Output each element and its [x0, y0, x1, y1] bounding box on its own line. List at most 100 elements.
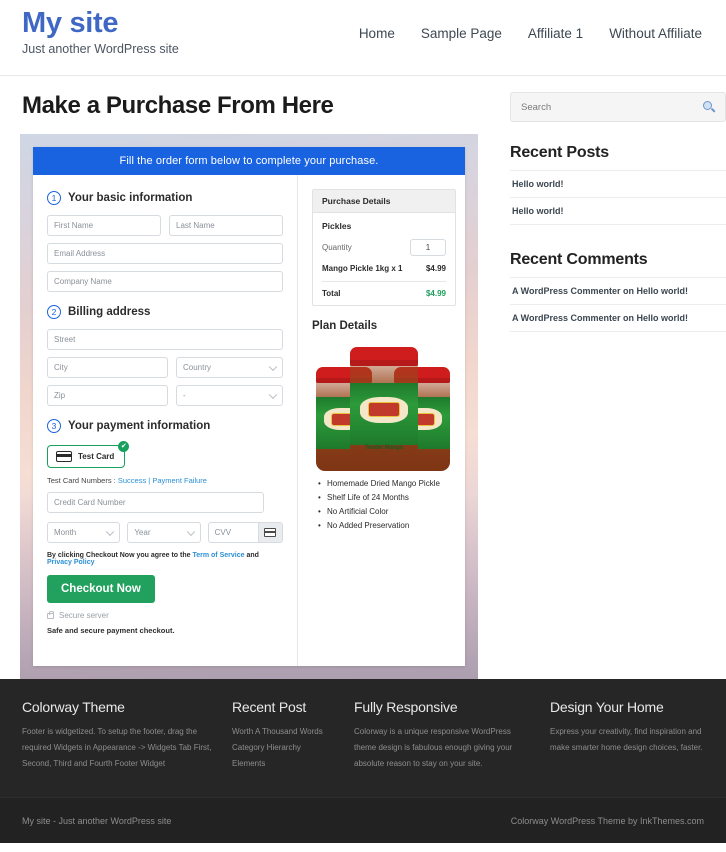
list-item: No Artificial Color — [318, 507, 456, 516]
quantity-input[interactable]: 1 — [410, 239, 446, 256]
list-item[interactable]: Category Hierarchy — [232, 740, 336, 756]
privacy-policy-link[interactable]: Privacy Policy — [47, 559, 94, 566]
cvv-field[interactable]: CVV — [207, 522, 283, 543]
form-left-column: 1 Your basic information First Name Last… — [33, 175, 298, 666]
plan-features-list: Homemade Dried Mango Pickle Shelf Life o… — [312, 479, 456, 530]
main-content: Make a Purchase From Here Fill the order… — [20, 76, 490, 679]
sidebar: Search Recent Posts Hello world! Hello w… — [510, 76, 726, 679]
country-select-value: Country — [183, 363, 212, 372]
site-branding[interactable]: My site Just another WordPress site — [22, 0, 179, 57]
site-footer: Colorway Theme Footer is widgetized. To … — [0, 679, 726, 797]
email-input[interactable]: Email Address — [47, 243, 283, 264]
list-item: No Added Preservation — [318, 521, 456, 530]
plan-details-heading: Plan Details — [312, 320, 378, 332]
city-input[interactable]: City — [47, 357, 168, 378]
terms-of-service-link[interactable]: Term of Service — [192, 552, 244, 559]
nav-item-home[interactable]: Home — [359, 26, 395, 41]
step-2-number: 2 — [47, 305, 61, 319]
company-name-input[interactable]: Company Name — [47, 271, 283, 292]
safe-checkout-note: Safe and secure payment checkout. — [47, 626, 175, 635]
credit-card-icon — [56, 451, 72, 462]
zip-input[interactable]: Zip — [47, 385, 168, 406]
footer-widget-4-title: Design Your Home — [550, 699, 664, 715]
quantity-row: Quantity 1 — [322, 239, 446, 256]
footer-widget-3-text: Colorway is a unique responsive WordPres… — [354, 727, 513, 768]
first-name-input[interactable]: First Name — [47, 215, 161, 236]
form-body: 1 Your basic information First Name Last… — [33, 175, 465, 666]
site-title[interactable]: My site — [22, 8, 179, 39]
test-card-numbers-prefix: Test Card Numbers : — [47, 476, 118, 485]
step-1-title: Your basic information — [68, 192, 193, 204]
test-card-option[interactable]: Test Card ✔ — [47, 441, 130, 468]
footer-widget-3-title: Fully Responsive — [354, 699, 458, 715]
nav-item-affiliate-1[interactable]: Affiliate 1 — [528, 26, 583, 41]
nav-item-sample-page[interactable]: Sample Page — [421, 26, 502, 41]
footer-widget-1-text: Footer is widgetized. To setup the foote… — [22, 727, 212, 768]
page-wrapper: Make a Purchase From Here Fill the order… — [0, 76, 726, 679]
site-header: My site Just another WordPress site Home… — [0, 0, 726, 76]
expiry-year-select[interactable]: Year — [127, 522, 201, 543]
cvv-input[interactable]: CVV — [209, 523, 258, 542]
expiry-year-value: Year — [134, 528, 151, 537]
step-2-title: Billing address — [68, 306, 151, 318]
step-1-number: 1 — [47, 191, 61, 205]
search-icon[interactable] — [703, 101, 716, 113]
list-item[interactable]: Hello world! — [510, 197, 726, 225]
jar-label — [350, 383, 418, 445]
success-link[interactable]: Success — [118, 476, 146, 485]
step-3-title: Your payment information — [68, 420, 211, 432]
list-item: Homemade Dried Mango Pickle — [318, 479, 456, 488]
divider — [322, 281, 446, 282]
lock-icon — [47, 610, 55, 619]
total-value: $4.99 — [425, 289, 446, 298]
secure-server-text: Secure server — [59, 611, 109, 620]
recent-posts-list: Hello world! Hello world! — [510, 170, 726, 225]
list-item[interactable]: A WordPress Commenter on Hello world! — [510, 304, 726, 332]
line-item-label: Mango Pickle 1kg x 1 — [322, 264, 403, 273]
search-widget[interactable]: Search — [510, 92, 726, 122]
list-item[interactable]: A WordPress Commenter on Hello world! — [510, 277, 726, 304]
footer-recent-post-list: Worth A Thousand Words Category Hierarch… — [232, 724, 336, 772]
jar-lid — [350, 347, 418, 366]
credit-card-number-input[interactable]: Credit Card Number — [47, 492, 265, 513]
site-tagline: Just another WordPress site — [22, 42, 179, 57]
purchase-details-box: Purchase Details Pickles Quantity 1 Mang… — [312, 189, 456, 306]
recent-posts-title: Recent Posts — [510, 144, 609, 161]
list-item: Shelf Life of 24 Months — [318, 493, 456, 502]
city-country-row: City Country — [47, 357, 283, 378]
step-2-header: 2 Billing address — [47, 305, 283, 319]
country-select[interactable]: Country — [176, 357, 283, 378]
checkout-now-button[interactable]: Checkout Now — [47, 575, 155, 603]
terms-notice: By clicking Checkout Now you agree to th… — [47, 552, 283, 566]
purchase-form-background: Fill the order form below to complete yo… — [20, 134, 478, 679]
form-banner: Fill the order form below to complete yo… — [33, 147, 465, 175]
list-item[interactable]: Elements — [232, 756, 336, 772]
payment-failure-link[interactable]: Payment Failure — [152, 476, 207, 485]
footer-copyright: My site - Just another WordPress site — [22, 815, 172, 826]
step-3-header: 3 Your payment information — [47, 419, 283, 433]
expiry-month-select[interactable]: Month — [47, 522, 121, 543]
state-select-value: - — [183, 391, 186, 400]
purchase-details-heading: Purchase Details — [313, 190, 455, 213]
name-row: First Name Last Name — [47, 215, 283, 236]
footer-widget-4: Design Your Home Express your creativity… — [550, 699, 704, 779]
form-right-column: Purchase Details Pickles Quantity 1 Mang… — [298, 175, 468, 666]
primary-navigation: Home Sample Page Affiliate 1 Without Aff… — [359, 0, 704, 41]
footer-credit[interactable]: Colorway WordPress Theme by InkThemes.co… — [511, 816, 704, 826]
line-item-row: Mango Pickle 1kg x 1 $4.99 — [322, 264, 446, 273]
search-input[interactable]: Search — [521, 102, 703, 113]
pickle-jar-center: Tender Mango — [350, 347, 418, 471]
street-input[interactable]: Street — [47, 329, 283, 350]
terms-prefix: By clicking Checkout Now you agree to th… — [47, 552, 193, 559]
test-card-label: Test Card — [78, 452, 115, 461]
state-select[interactable]: - — [176, 385, 283, 406]
total-row: Total $4.99 — [322, 289, 446, 298]
nav-item-without-affiliate[interactable]: Without Affiliate — [609, 26, 702, 41]
last-name-input[interactable]: Last Name — [169, 215, 283, 236]
list-item[interactable]: Hello world! — [510, 170, 726, 197]
quantity-label: Quantity — [322, 243, 352, 252]
step-1-header: 1 Your basic information — [47, 191, 283, 205]
terms-and: and — [244, 552, 259, 559]
list-item[interactable]: Worth A Thousand Words — [232, 724, 336, 740]
product-group-label: Pickles — [322, 221, 352, 231]
